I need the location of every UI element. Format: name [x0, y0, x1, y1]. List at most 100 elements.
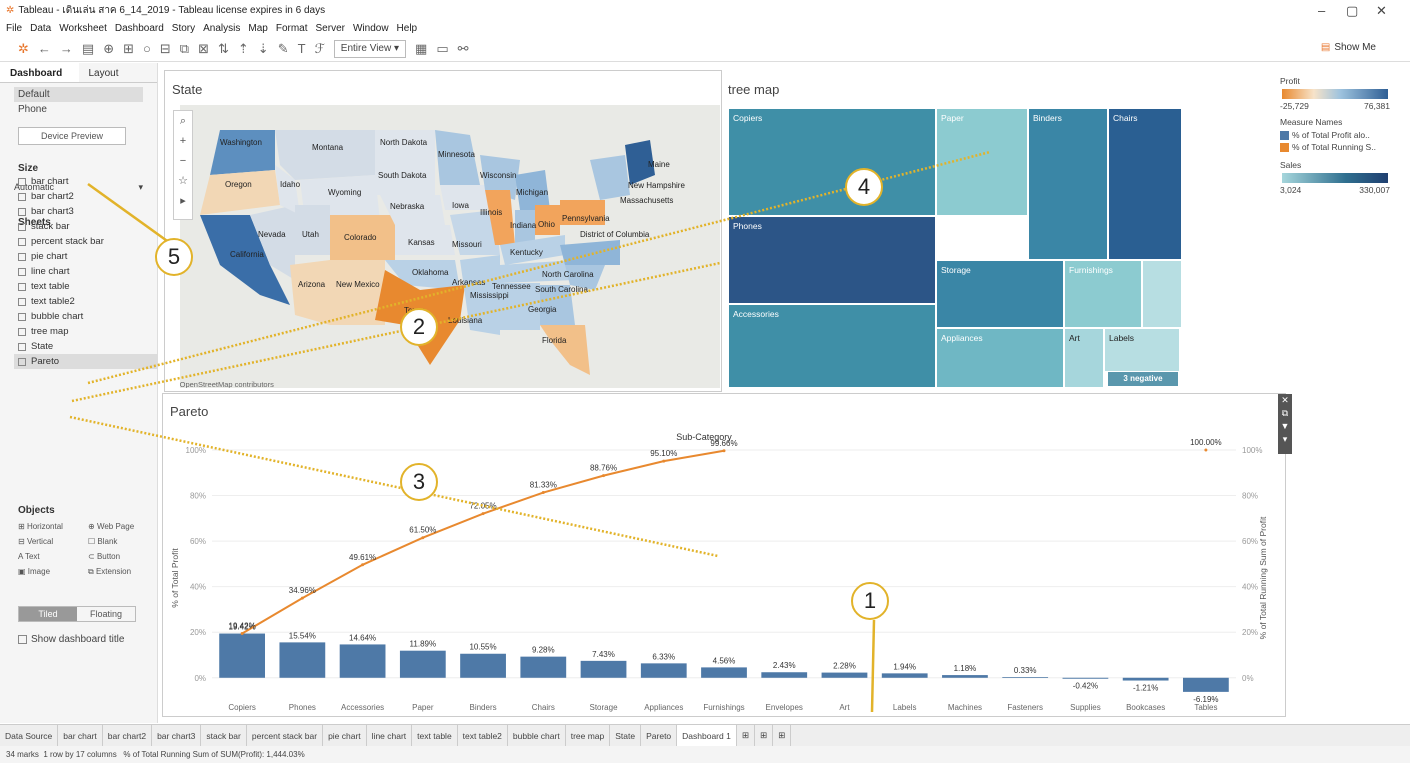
highlight-icon[interactable]: ✎: [278, 41, 289, 57]
menu-worksheet[interactable]: Worksheet: [59, 23, 107, 34]
line-point[interactable]: [240, 632, 244, 636]
state-south-dakota[interactable]: [375, 165, 435, 195]
state-louisiana[interactable]: [465, 295, 500, 335]
sheet-item[interactable]: text table2: [18, 294, 158, 309]
sheet-tab[interactable]: percent stack bar: [247, 725, 324, 746]
sheet-tab[interactable]: State: [610, 725, 642, 746]
forward-icon[interactable]: →: [60, 41, 73, 56]
presentation-icon[interactable]: ▭: [436, 41, 448, 57]
line-point[interactable]: [361, 563, 365, 567]
tab-layout[interactable]: Layout: [79, 63, 158, 82]
sheet-item[interactable]: text table: [18, 279, 158, 294]
state-arizona[interactable]: [290, 260, 330, 325]
new-sheet-icon[interactable]: ⊞: [123, 41, 134, 57]
line-point[interactable]: [481, 512, 485, 516]
pareto-chart[interactable]: Sub-Category % of Total Profit % of Tota…: [164, 428, 1284, 716]
zoom-in-icon[interactable]: +: [174, 131, 192, 151]
tree-cell[interactable]: Chairs: [1108, 108, 1182, 260]
sheet-tab[interactable]: line chart: [367, 725, 413, 746]
new-datasource-icon[interactable]: ⊕: [103, 41, 114, 57]
bar[interactable]: [219, 633, 266, 678]
device-default[interactable]: Default: [14, 87, 143, 102]
new-story-icon[interactable]: ⊞: [773, 725, 792, 746]
state-florida[interactable]: [540, 325, 590, 375]
sheet-item[interactable]: percent stack bar: [18, 234, 158, 249]
object-vertical[interactable]: ⊟ Vertical: [18, 537, 88, 546]
state-map-svg[interactable]: Washington Montana North Dakota Minnesota Or…: [180, 105, 720, 388]
state-washington[interactable]: [210, 130, 275, 175]
sort-desc-icon[interactable]: ⇣: [258, 41, 269, 57]
legend-item-profit-share[interactable]: % of Total Profit alo..: [1280, 130, 1390, 140]
running-sum-line[interactable]: [241, 449, 725, 635]
state-north-dakota[interactable]: [375, 130, 435, 165]
sheet-tab[interactable]: text table: [412, 725, 458, 746]
menu-format[interactable]: Format: [276, 23, 308, 34]
object-web-page[interactable]: ⊕ Web Page: [88, 522, 158, 531]
chart-icon[interactable]: ▦: [415, 41, 427, 57]
bar[interactable]: [1062, 677, 1109, 679]
sheet-item[interactable]: tree map: [18, 324, 158, 339]
device-preview-button[interactable]: Device Preview: [18, 127, 126, 145]
bar[interactable]: [279, 642, 326, 678]
tree-cell[interactable]: Copiers: [728, 108, 936, 216]
new-dashboard-icon[interactable]: ⊞: [755, 725, 774, 746]
bar[interactable]: [640, 663, 687, 678]
tree-cell[interactable]: Furnishings: [1064, 260, 1142, 328]
tree-cell[interactable]: Phones: [728, 216, 936, 304]
tree-cell[interactable]: Appliances: [936, 328, 1064, 388]
state-montana[interactable]: [275, 130, 375, 180]
menu-story[interactable]: Story: [172, 23, 195, 34]
bar[interactable]: [460, 653, 506, 678]
tree-cell[interactable]: Paper: [936, 108, 1028, 216]
map-search-icon[interactable]: ⌕: [174, 111, 192, 131]
tab-dashboard[interactable]: Dashboard: [0, 63, 79, 82]
line-point[interactable]: [300, 596, 304, 600]
sheet-item[interactable]: bar chart2: [18, 189, 158, 204]
state-north-carolina[interactable]: [560, 240, 620, 265]
show-me-button[interactable]: ▤ Show Me: [1321, 42, 1380, 53]
sheet-tab[interactable]: bar chart2: [103, 725, 153, 746]
line-point[interactable]: [541, 491, 545, 495]
tiled-button[interactable]: Tiled: [19, 607, 77, 621]
zoom-out-icon[interactable]: −: [174, 151, 192, 171]
bar[interactable]: [761, 672, 808, 678]
duplicate-icon[interactable]: ⧉: [180, 41, 189, 57]
swap-icon[interactable]: ⇅: [218, 41, 229, 57]
tree-cell-small[interactable]: [1142, 260, 1182, 328]
sheet-item[interactable]: bubble chart: [18, 309, 158, 324]
bar[interactable]: [339, 644, 386, 678]
clear-icon[interactable]: ⊠: [198, 41, 209, 57]
menu-file[interactable]: File: [6, 23, 22, 34]
object-horizontal[interactable]: ⊞ Horizontal: [18, 522, 88, 531]
format-icon[interactable]: ℱ: [315, 41, 325, 57]
sort-asc-icon[interactable]: ⇡: [238, 41, 249, 57]
sheet-item[interactable]: bar chart: [18, 174, 158, 189]
tree-cell[interactable]: Accessories: [728, 304, 936, 388]
line-point[interactable]: [662, 459, 666, 463]
close-icon[interactable]: ✕: [1376, 3, 1387, 19]
bar[interactable]: [1122, 677, 1169, 681]
share-icon[interactable]: ⚯: [458, 41, 469, 57]
bar[interactable]: [399, 650, 446, 678]
tree-cell[interactable]: Binders: [1028, 108, 1108, 260]
goto-sheet-icon[interactable]: ⧉: [1278, 407, 1292, 420]
state-oregon[interactable]: [200, 170, 280, 215]
sheet-tab[interactable]: Dashboard 1: [677, 725, 737, 746]
floating-button[interactable]: Floating: [77, 607, 135, 621]
bar[interactable]: [520, 656, 567, 678]
object-blank[interactable]: ☐ Blank: [88, 537, 158, 546]
object-text[interactable]: A Text: [18, 552, 88, 561]
device-phone[interactable]: Phone: [14, 102, 143, 117]
bar[interactable]: [1182, 677, 1229, 692]
object-image[interactable]: ▣ Image: [18, 567, 88, 577]
pause-icon[interactable]: ○: [143, 41, 151, 56]
menu-data[interactable]: Data: [30, 23, 51, 34]
bar[interactable]: [1002, 677, 1049, 678]
new-sheet-icon[interactable]: ⊞: [737, 725, 755, 746]
bar[interactable]: [881, 673, 928, 678]
back-icon[interactable]: ←: [38, 41, 51, 56]
sheet-item[interactable]: State: [18, 339, 158, 354]
sheet-item[interactable]: line chart: [18, 264, 158, 279]
label-icon[interactable]: T: [298, 41, 306, 56]
restore-icon[interactable]: ▢: [1346, 3, 1358, 19]
